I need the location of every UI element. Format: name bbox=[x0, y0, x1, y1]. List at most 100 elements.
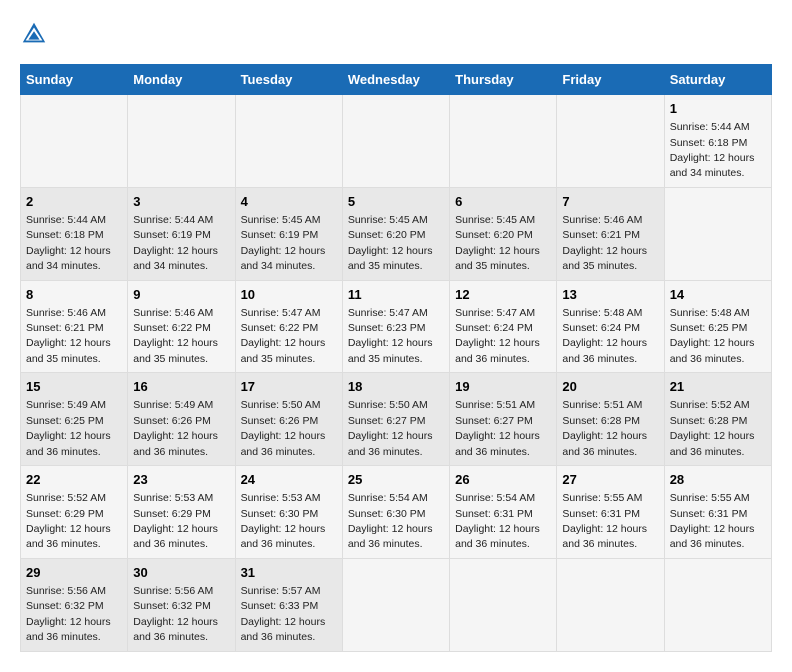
day-number: 29 bbox=[26, 564, 122, 582]
calendar-day-cell: 28 Sunrise: 5:55 AM Sunset: 6:31 PM Dayli… bbox=[664, 466, 771, 559]
day-info: Sunrise: 5:56 AM Sunset: 6:32 PM Dayligh… bbox=[26, 585, 111, 643]
day-info: Sunrise: 5:46 AM Sunset: 6:21 PM Dayligh… bbox=[26, 307, 111, 365]
calendar-day-cell bbox=[342, 558, 449, 651]
calendar-day-cell: 27 Sunrise: 5:55 AM Sunset: 6:31 PM Dayli… bbox=[557, 466, 664, 559]
calendar-day-cell bbox=[128, 95, 235, 188]
day-number: 12 bbox=[455, 286, 551, 304]
day-number: 28 bbox=[670, 471, 766, 489]
day-number: 17 bbox=[241, 378, 337, 396]
calendar-week-row: 2 Sunrise: 5:44 AM Sunset: 6:18 PM Daylig… bbox=[21, 187, 772, 280]
day-info: Sunrise: 5:44 AM Sunset: 6:19 PM Dayligh… bbox=[133, 214, 218, 272]
day-number: 21 bbox=[670, 378, 766, 396]
day-info: Sunrise: 5:45 AM Sunset: 6:20 PM Dayligh… bbox=[348, 214, 433, 272]
day-info: Sunrise: 5:48 AM Sunset: 6:25 PM Dayligh… bbox=[670, 307, 755, 365]
header-day: Saturday bbox=[664, 65, 771, 95]
day-info: Sunrise: 5:56 AM Sunset: 6:32 PM Dayligh… bbox=[133, 585, 218, 643]
calendar-day-cell: 29 Sunrise: 5:56 AM Sunset: 6:32 PM Dayli… bbox=[21, 558, 128, 651]
calendar-day-cell: 25 Sunrise: 5:54 AM Sunset: 6:30 PM Dayli… bbox=[342, 466, 449, 559]
day-info: Sunrise: 5:47 AM Sunset: 6:22 PM Dayligh… bbox=[241, 307, 326, 365]
calendar-day-cell: 4Sunrise: 5:45 AM Sunset: 6:19 PM Daylig… bbox=[235, 187, 342, 280]
calendar-day-cell: 15 Sunrise: 5:49 AM Sunset: 6:25 PM Dayli… bbox=[21, 373, 128, 466]
day-number: 3 bbox=[133, 193, 229, 211]
calendar-day-cell bbox=[450, 558, 557, 651]
calendar-day-cell: 24Sunrise: 5:53 AM Sunset: 6:30 PM Dayli… bbox=[235, 466, 342, 559]
calendar-day-cell: 12 Sunrise: 5:47 AM Sunset: 6:24 PM Dayli… bbox=[450, 280, 557, 373]
calendar-day-cell: 22Sunrise: 5:52 AM Sunset: 6:29 PM Dayli… bbox=[21, 466, 128, 559]
calendar-body: 1Sunrise: 5:44 AM Sunset: 6:18 PM Daylig… bbox=[21, 95, 772, 652]
day-info: Sunrise: 5:52 AM Sunset: 6:28 PM Dayligh… bbox=[670, 399, 755, 457]
calendar-day-cell: 21 Sunrise: 5:52 AM Sunset: 6:28 PM Dayli… bbox=[664, 373, 771, 466]
day-number: 18 bbox=[348, 378, 444, 396]
page-header bbox=[20, 20, 772, 48]
calendar-week-row: 22Sunrise: 5:52 AM Sunset: 6:29 PM Dayli… bbox=[21, 466, 772, 559]
calendar-table: SundayMondayTuesdayWednesdayThursdayFrid… bbox=[20, 64, 772, 652]
day-number: 20 bbox=[562, 378, 658, 396]
day-number: 13 bbox=[562, 286, 658, 304]
day-number: 26 bbox=[455, 471, 551, 489]
day-number: 8 bbox=[26, 286, 122, 304]
day-info: Sunrise: 5:51 AM Sunset: 6:28 PM Dayligh… bbox=[562, 399, 647, 457]
day-number: 5 bbox=[348, 193, 444, 211]
calendar-day-cell: 18Sunrise: 5:50 AM Sunset: 6:27 PM Dayli… bbox=[342, 373, 449, 466]
calendar-day-cell: 19 Sunrise: 5:51 AM Sunset: 6:27 PM Dayli… bbox=[450, 373, 557, 466]
day-info: Sunrise: 5:49 AM Sunset: 6:26 PM Dayligh… bbox=[133, 399, 218, 457]
logo-icon bbox=[20, 20, 48, 48]
calendar-day-cell: 26 Sunrise: 5:54 AM Sunset: 6:31 PM Dayli… bbox=[450, 466, 557, 559]
calendar-week-row: 8 Sunrise: 5:46 AM Sunset: 6:21 PM Daylig… bbox=[21, 280, 772, 373]
calendar-day-cell: 17 Sunrise: 5:50 AM Sunset: 6:26 PM Dayli… bbox=[235, 373, 342, 466]
calendar-day-cell bbox=[557, 558, 664, 651]
day-number: 6 bbox=[455, 193, 551, 211]
day-number: 9 bbox=[133, 286, 229, 304]
day-info: Sunrise: 5:47 AM Sunset: 6:24 PM Dayligh… bbox=[455, 307, 540, 365]
day-number: 14 bbox=[670, 286, 766, 304]
header-day: Monday bbox=[128, 65, 235, 95]
day-info: Sunrise: 5:50 AM Sunset: 6:26 PM Dayligh… bbox=[241, 399, 326, 457]
header-day: Friday bbox=[557, 65, 664, 95]
calendar-week-row: 1Sunrise: 5:44 AM Sunset: 6:18 PM Daylig… bbox=[21, 95, 772, 188]
calendar-day-cell: 9Sunrise: 5:46 AM Sunset: 6:22 PM Daylig… bbox=[128, 280, 235, 373]
day-info: Sunrise: 5:53 AM Sunset: 6:29 PM Dayligh… bbox=[133, 492, 218, 550]
calendar-day-cell: 7 Sunrise: 5:46 AM Sunset: 6:21 PM Daylig… bbox=[557, 187, 664, 280]
calendar-day-cell: 30Sunrise: 5:56 AM Sunset: 6:32 PM Dayli… bbox=[128, 558, 235, 651]
calendar-day-cell bbox=[450, 95, 557, 188]
day-info: Sunrise: 5:54 AM Sunset: 6:30 PM Dayligh… bbox=[348, 492, 433, 550]
day-number: 27 bbox=[562, 471, 658, 489]
calendar-day-cell bbox=[664, 558, 771, 651]
day-info: Sunrise: 5:45 AM Sunset: 6:20 PM Dayligh… bbox=[455, 214, 540, 272]
day-info: Sunrise: 5:55 AM Sunset: 6:31 PM Dayligh… bbox=[670, 492, 755, 550]
day-number: 4 bbox=[241, 193, 337, 211]
day-info: Sunrise: 5:54 AM Sunset: 6:31 PM Dayligh… bbox=[455, 492, 540, 550]
day-info: Sunrise: 5:48 AM Sunset: 6:24 PM Dayligh… bbox=[562, 307, 647, 365]
day-info: Sunrise: 5:47 AM Sunset: 6:23 PM Dayligh… bbox=[348, 307, 433, 365]
day-info: Sunrise: 5:51 AM Sunset: 6:27 PM Dayligh… bbox=[455, 399, 540, 457]
header-day: Tuesday bbox=[235, 65, 342, 95]
day-number: 22 bbox=[26, 471, 122, 489]
calendar-header: SundayMondayTuesdayWednesdayThursdayFrid… bbox=[21, 65, 772, 95]
calendar-day-cell bbox=[664, 187, 771, 280]
day-number: 7 bbox=[562, 193, 658, 211]
day-info: Sunrise: 5:44 AM Sunset: 6:18 PM Dayligh… bbox=[670, 121, 755, 179]
day-info: Sunrise: 5:53 AM Sunset: 6:30 PM Dayligh… bbox=[241, 492, 326, 550]
day-number: 23 bbox=[133, 471, 229, 489]
calendar-day-cell: 13 Sunrise: 5:48 AM Sunset: 6:24 PM Dayli… bbox=[557, 280, 664, 373]
day-info: Sunrise: 5:49 AM Sunset: 6:25 PM Dayligh… bbox=[26, 399, 111, 457]
calendar-week-row: 29 Sunrise: 5:56 AM Sunset: 6:32 PM Dayli… bbox=[21, 558, 772, 651]
header-day: Wednesday bbox=[342, 65, 449, 95]
calendar-day-cell: 11Sunrise: 5:47 AM Sunset: 6:23 PM Dayli… bbox=[342, 280, 449, 373]
calendar-day-cell: 14 Sunrise: 5:48 AM Sunset: 6:25 PM Dayli… bbox=[664, 280, 771, 373]
day-info: Sunrise: 5:46 AM Sunset: 6:21 PM Dayligh… bbox=[562, 214, 647, 272]
day-info: Sunrise: 5:55 AM Sunset: 6:31 PM Dayligh… bbox=[562, 492, 647, 550]
calendar-day-cell bbox=[342, 95, 449, 188]
calendar-week-row: 15 Sunrise: 5:49 AM Sunset: 6:25 PM Dayli… bbox=[21, 373, 772, 466]
header-day: Thursday bbox=[450, 65, 557, 95]
calendar-day-cell: 1Sunrise: 5:44 AM Sunset: 6:18 PM Daylig… bbox=[664, 95, 771, 188]
day-number: 2 bbox=[26, 193, 122, 211]
day-number: 15 bbox=[26, 378, 122, 396]
calendar-day-cell: 23 Sunrise: 5:53 AM Sunset: 6:29 PM Dayli… bbox=[128, 466, 235, 559]
calendar-day-cell: 6 Sunrise: 5:45 AM Sunset: 6:20 PM Daylig… bbox=[450, 187, 557, 280]
day-info: Sunrise: 5:44 AM Sunset: 6:18 PM Dayligh… bbox=[26, 214, 111, 272]
calendar-day-cell: 2 Sunrise: 5:44 AM Sunset: 6:18 PM Daylig… bbox=[21, 187, 128, 280]
calendar-day-cell bbox=[235, 95, 342, 188]
day-number: 19 bbox=[455, 378, 551, 396]
day-number: 25 bbox=[348, 471, 444, 489]
